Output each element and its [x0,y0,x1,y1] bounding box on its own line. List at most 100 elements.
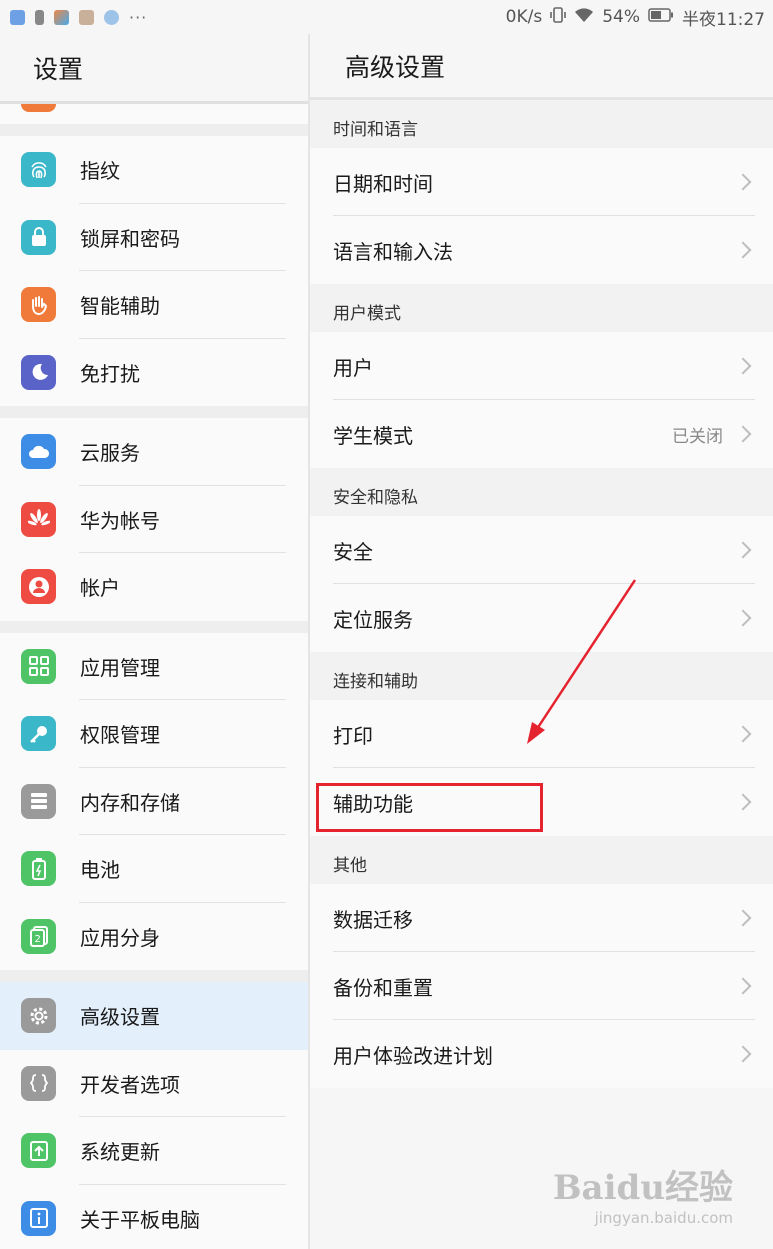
sidebar-group: 指纹锁屏和密码智能辅助免打扰 [0,136,308,406]
group-gap [0,970,308,982]
watermark-logo: Baidu经验 [552,1168,733,1208]
group-gap [0,620,308,633]
battery-saver-icon [35,9,44,25]
cloud-icon [21,434,56,470]
huawei-icon [21,501,56,537]
sidebar-item-label: 智能辅助 [80,294,160,319]
sidebar-item[interactable]: 智能辅助 [0,271,308,339]
sidebar-item[interactable]: 指纹 [0,136,308,204]
hand-icon [21,287,56,323]
chevron-right-icon [734,541,752,559]
account-icon [21,569,56,605]
chevron-right-icon [734,977,752,995]
settings-item[interactable]: 备份和重置 [310,952,773,1020]
sidebar-item[interactable]: 免打扰 [0,339,308,407]
section-header: 用户模式 [310,284,773,332]
settings-item-label: 语言和输入法 [333,239,453,264]
sidebar-item-label: 电池 [80,858,120,883]
sidebar-item[interactable]: 系统更新 [0,1117,308,1185]
sidebar-item[interactable]: 帐户 [0,553,308,621]
group-gap [0,124,308,136]
settings-item-label: 打印 [333,723,373,748]
sidebar-item[interactable]: 2 应用分身 [0,903,308,971]
sidebar-item-label: 云服务 [80,441,140,466]
info-icon [21,1200,56,1236]
battery-icon [648,7,674,27]
partial-list-item[interactable] [0,104,308,124]
chevron-right-icon [734,241,752,259]
settings-item-label: 定位服务 [333,607,413,632]
settings-item-label: 用户 [333,355,373,380]
chevron-right-icon [734,725,752,743]
chevron-right-icon [734,909,752,927]
vibrate-icon [550,6,567,29]
wifi-icon [574,7,594,28]
watermark: Baidu经验 jingyan.baidu.com [553,1160,733,1227]
app-notification-icon [54,9,69,25]
more-notifications-icon: ··· [129,7,148,27]
sidebar-item-label: 权限管理 [80,723,160,748]
sidebar-groups: 指纹 锁屏和密码 智能辅助 免打扰 云服务 华为帐号 帐户 应用管理 权限管理 内存和存储 电池 2 应… [0,124,308,1249]
sidebar-item-label: 免打扰 [80,361,140,386]
section-header: 连接和辅助 [310,652,773,700]
watermark-url: jingyan.baidu.com [594,1209,733,1227]
settings-item-label: 日期和时间 [333,171,433,196]
settings-item[interactable]: 学生模式 已关闭 [310,400,773,468]
settings-item[interactable]: 用户体验改进计划 [310,1020,773,1088]
battery-icon [21,851,56,887]
shield-notification-icon [10,9,25,25]
settings-sidebar: 设置 指纹锁屏和密码智能辅助免打扰云服务华为帐号帐户应用管理权限管理内存和存储电… [0,34,308,1249]
sidebar-item[interactable]: 云服务 [0,418,308,486]
key-icon [21,716,56,752]
storage-icon [21,783,56,819]
sidebar-item-label: 高级设置 [80,1005,160,1030]
settings-item[interactable]: 用户 [310,332,773,400]
sidebar-title: 设置 [0,34,308,104]
settings-item[interactable]: 安全 [310,516,773,584]
notification-icons: ··· [0,8,147,27]
flower-notification-icon [104,9,119,25]
advanced-settings-pane: 高级设置 时间和语言 日期和时间 语言和输入法 用户模式 用户 学生模式 已关闭 安全和隐私安… [310,34,773,1249]
settings-item[interactable]: 日期和时间 [310,148,773,216]
sidebar-item-label: 指纹 [80,159,120,184]
sidebar-group: 高级设置开发者选项系统更新关于平板电脑 [0,982,308,1249]
sidebar-item[interactable]: 开发者选项 [0,1050,308,1117]
sidebar-item-label: 关于平板电脑 [80,1207,200,1232]
settings-item[interactable]: 定位服务 [310,584,773,652]
svg-text:2: 2 [34,934,40,945]
sidebar-item[interactable]: 关于平板电脑 [0,1185,308,1249]
sidebar-item-label: 应用分身 [80,925,160,950]
section-header: 其他 [310,836,773,884]
sidebar-item[interactable]: 高级设置 [0,982,308,1050]
sidebar-item-label: 华为帐号 [80,508,160,533]
settings-item[interactable]: 打印 [310,700,773,768]
sidebar-group: 应用管理权限管理内存和存储电池 2 应用分身 [0,632,308,971]
settings-item-label: 用户体验改进计划 [333,1043,493,1068]
sidebar-item[interactable]: 华为帐号 [0,486,308,553]
group-gap [0,406,308,418]
sidebar-item[interactable]: 电池 [0,835,308,903]
settings-item[interactable]: 数据迁移 [310,884,773,952]
sidebar-group: 云服务华为帐号帐户 [0,418,308,621]
sidebar-item-label: 内存和存储 [80,790,180,815]
moon-icon [21,354,56,390]
sidebar-item[interactable]: 权限管理 [0,700,308,768]
sidebar-item-label: 锁屏和密码 [80,226,180,251]
network-speed: 0K/s [505,7,543,27]
app-twin-icon: 2 [21,918,56,954]
highlight-box [316,783,543,832]
lock-icon [21,219,56,255]
status-bar: ··· 0K/s 54% 半夜11:27 [0,0,773,34]
settings-item-label: 备份和重置 [333,975,433,1000]
sidebar-item-label: 系统更新 [80,1140,160,1165]
sidebar-item[interactable]: 锁屏和密码 [0,204,308,271]
sidebar-item[interactable]: 内存和存储 [0,768,308,835]
chevron-right-icon [734,1045,752,1063]
chevron-right-icon [734,793,752,811]
sidebar-item[interactable]: 应用管理 [0,633,308,700]
settings-item-label: 数据迁移 [333,907,413,932]
settings-item[interactable]: 语言和输入法 [310,216,773,284]
section-header: 时间和语言 [310,100,773,148]
fingerprint-icon [21,152,56,188]
update-icon [21,1133,56,1169]
